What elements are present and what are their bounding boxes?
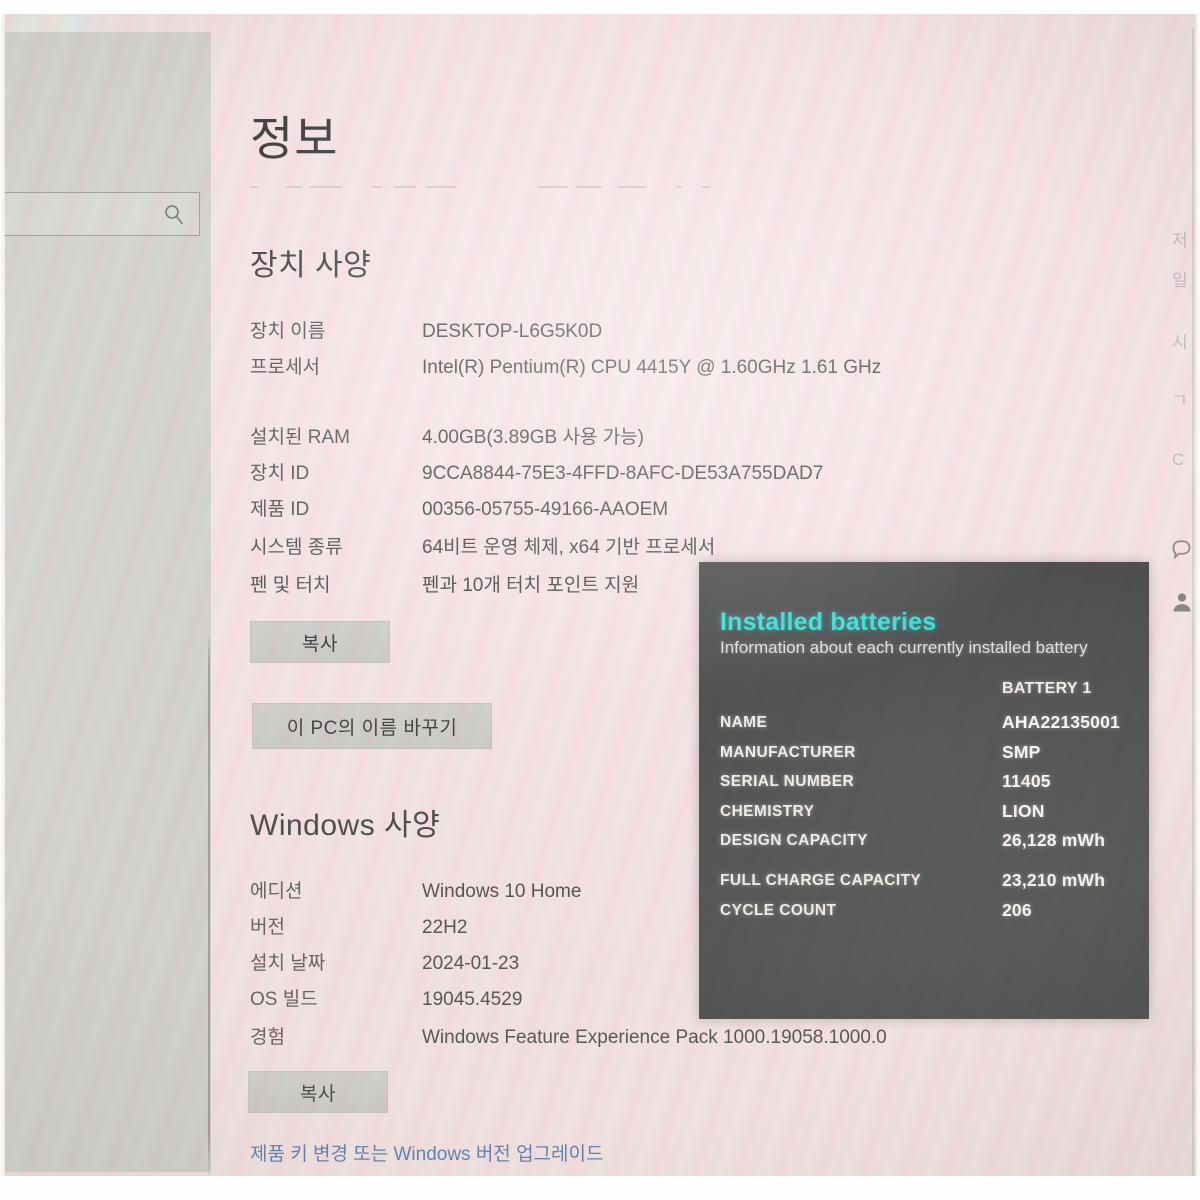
rail-fragment: 시 bbox=[1172, 333, 1188, 352]
spec-value: 64비트 운영 체제, x64 기반 프로세서 bbox=[422, 537, 716, 558]
breadcrumb-mark bbox=[618, 186, 646, 188]
rename-pc-button[interactable]: 이 PC의 이름 바꾸기 bbox=[252, 703, 492, 749]
spec-label: 장치 ID bbox=[250, 463, 310, 484]
battery-value: SMP bbox=[1002, 742, 1041, 762]
battery-key: FULL CHARGE CAPACITY bbox=[720, 872, 922, 889]
spec-value: DESKTOP-L6G5K0D bbox=[422, 321, 603, 342]
upgrade-windows-link[interactable]: 제품 키 변경 또는 Windows 버전 업그레이드 bbox=[250, 1139, 603, 1166]
battery-key: SERIAL NUMBER bbox=[720, 773, 855, 790]
page-title: 정보 bbox=[250, 112, 339, 165]
spec-value: Windows Feature Experience Pack 1000.190… bbox=[422, 1027, 887, 1048]
person-icon[interactable] bbox=[1170, 590, 1194, 614]
battery-key: CYCLE COUNT bbox=[720, 902, 837, 919]
photo-margin-right bbox=[1196, 14, 1200, 1176]
monitor-surface: 저 일 시 ㄱ C 정보 장치 사양 장치 이름 DESKTOP-L6G5K0D… bbox=[0, 14, 1200, 1176]
rail-fragment: ㄱ bbox=[1172, 391, 1188, 410]
battery-value: LION bbox=[1002, 801, 1045, 821]
breadcrumb-mark bbox=[250, 186, 258, 188]
spec-label: 시스템 종류 bbox=[250, 537, 343, 558]
chat-bubble-icon[interactable] bbox=[1170, 538, 1194, 562]
device-specs-heading: 장치 사양 bbox=[250, 249, 372, 282]
rail-fragment: 저 bbox=[1172, 231, 1188, 250]
spec-value: Intel(R) Pentium(R) CPU 4415Y @ 1.60GHz … bbox=[422, 357, 882, 378]
battery-column-header: BATTERY 1 bbox=[1002, 680, 1092, 697]
battery-value: 206 bbox=[1002, 900, 1032, 920]
spec-label: 장치 이름 bbox=[250, 321, 326, 342]
sidebar-divider bbox=[208, 632, 210, 1176]
photo-margin-left bbox=[0, 14, 5, 1176]
spec-label: 설치된 RAM bbox=[250, 427, 350, 448]
battery-value: AHA22135001 bbox=[1002, 712, 1120, 732]
settings-sidebar bbox=[0, 32, 211, 1172]
breadcrumb-mark bbox=[286, 186, 302, 188]
search-icon[interactable] bbox=[163, 204, 185, 226]
battery-key: DESIGN CAPACITY bbox=[720, 832, 868, 849]
battery-key: NAME bbox=[720, 714, 768, 731]
spec-label: 경험 bbox=[250, 1027, 285, 1048]
breadcrumb-mark bbox=[676, 186, 682, 188]
battery-value: 23,210 mWh bbox=[1002, 870, 1106, 890]
search-input-text[interactable] bbox=[0, 193, 154, 235]
breadcrumb-mark bbox=[310, 186, 342, 188]
spec-value: 9CCA8844-75E3-4FFD-8AFC-DE53A755DAD7 bbox=[422, 463, 824, 484]
breadcrumb-mark bbox=[394, 186, 416, 188]
installed-batteries-panel: Installed batteries Information about ea… bbox=[699, 562, 1149, 1019]
breadcrumb-mark bbox=[576, 186, 602, 188]
breadcrumb-mark bbox=[538, 186, 568, 188]
spec-label: OS 빌드 bbox=[250, 989, 318, 1010]
battery-value: 26,128 mWh bbox=[1002, 830, 1106, 850]
battery-key: CHEMISTRY bbox=[720, 803, 815, 820]
battery-panel-title: Installed batteries bbox=[720, 608, 937, 636]
spec-value: 4.00GB(3.89GB 사용 가능) bbox=[422, 427, 644, 448]
breadcrumb bbox=[246, 174, 716, 196]
spec-label: 펜 및 터치 bbox=[250, 575, 331, 596]
search-input[interactable] bbox=[0, 192, 200, 236]
windows-specs-heading: Windows 사양 bbox=[250, 809, 441, 842]
copy-device-specs-button[interactable]: 복사 bbox=[250, 621, 390, 663]
battery-panel-subtitle: Information about each currently install… bbox=[720, 638, 1088, 657]
spec-value: 00356-05755-49166-AAOEM bbox=[422, 499, 669, 520]
spec-label: 버전 bbox=[250, 917, 285, 938]
spec-label: 설치 날짜 bbox=[250, 953, 326, 974]
battery-value: 11405 bbox=[1002, 771, 1051, 791]
spec-label: 제품 ID bbox=[250, 499, 310, 520]
spec-label: 프로세서 bbox=[250, 357, 320, 378]
photographed-screen: 저 일 시 ㄱ C 정보 장치 사양 장치 이름 DESKTOP-L6G5K0D… bbox=[0, 0, 1200, 1200]
rail-fragment: 일 bbox=[1172, 271, 1188, 290]
rail-fragment: C bbox=[1172, 450, 1185, 469]
breadcrumb-mark bbox=[372, 186, 382, 188]
photo-margin-bottom bbox=[0, 1176, 1200, 1200]
battery-key: MANUFACTURER bbox=[720, 744, 856, 761]
copy-windows-specs-button[interactable]: 복사 bbox=[248, 1071, 388, 1113]
breadcrumb-mark bbox=[426, 186, 456, 188]
spec-label: 에디션 bbox=[250, 881, 303, 902]
photo-margin-top bbox=[0, 0, 1200, 14]
breadcrumb-mark bbox=[702, 186, 710, 188]
